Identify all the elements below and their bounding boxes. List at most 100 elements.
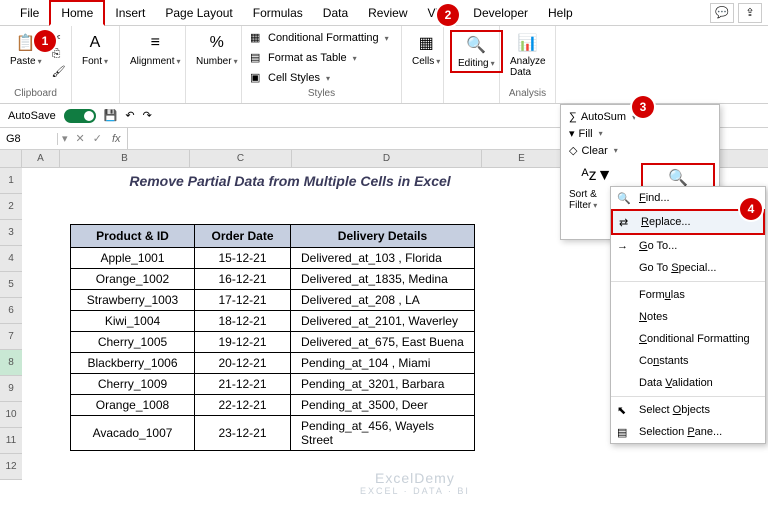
col-header-d[interactable]: D <box>292 150 482 167</box>
font-button[interactable]: AFont <box>78 30 112 69</box>
alignment-button[interactable]: ≡Alignment <box>126 30 184 69</box>
header-product[interactable]: Product & ID <box>71 225 195 248</box>
table-row: Kiwi_100418-12-21Delivered_at_2101, Wave… <box>71 311 475 332</box>
row-headers: 1 2 3 4 5 6 7 8 9 10 11 12 <box>0 168 22 480</box>
tab-help[interactable]: Help <box>538 2 583 24</box>
tab-home[interactable]: Home <box>49 0 105 26</box>
fill-button[interactable]: ▾Fill <box>569 127 603 140</box>
col-header-e[interactable]: E <box>482 150 562 167</box>
table-row: Orange_100822-12-21Pending_at_3500, Deer <box>71 395 475 416</box>
undo-button[interactable]: ↶ <box>125 109 134 122</box>
table-row: Cherry_100921-12-21Pending_at_3201, Barb… <box>71 374 475 395</box>
alignment-icon: ≡ <box>144 32 166 54</box>
fx-label[interactable]: fx <box>106 133 127 145</box>
table-row: Cherry_100519-12-21Delivered_at_675, Eas… <box>71 332 475 353</box>
row-header[interactable]: 9 <box>0 376 22 402</box>
row-header[interactable]: 8 <box>0 350 22 376</box>
row-header[interactable]: 11 <box>0 428 22 454</box>
col-header-c[interactable]: C <box>190 150 292 167</box>
redo-button[interactable]: ↷ <box>143 109 152 122</box>
row-header[interactable]: 1 <box>0 168 22 194</box>
group-analysis: 📊Analyze Data Analysis <box>500 26 556 103</box>
header-order[interactable]: Order Date <box>195 225 291 248</box>
row-header[interactable]: 2 <box>0 194 22 220</box>
group-alignment: ≡Alignment <box>120 26 186 103</box>
row-header[interactable]: 5 <box>0 272 22 298</box>
header-delivery[interactable]: Delivery Details <box>291 225 475 248</box>
menu-goto[interactable]: →Go To... <box>611 235 765 257</box>
tab-developer[interactable]: Developer <box>463 2 538 24</box>
menu-formulas[interactable]: Formulas <box>611 284 765 306</box>
chart-icon: 📊 <box>517 32 539 54</box>
tab-insert[interactable]: Insert <box>105 2 155 24</box>
cond-formatting-button[interactable]: ▦Conditional Formatting <box>248 30 391 46</box>
row-header[interactable]: 4 <box>0 246 22 272</box>
tab-review[interactable]: Review <box>358 2 417 24</box>
replace-icon: ⇄ <box>619 216 628 229</box>
col-header-a[interactable]: A <box>22 150 60 167</box>
name-box[interactable]: G8 <box>0 133 58 145</box>
menu-selection-pane[interactable]: ▤Selection Pane... <box>611 421 765 443</box>
table-row: Apple_100115-12-21Delivered_at_103 , Flo… <box>71 248 475 269</box>
sheet-title[interactable]: Remove Partial Data from Multiple Cells … <box>60 168 520 194</box>
tab-file[interactable]: File <box>10 2 49 24</box>
autosum-button[interactable]: ∑AutoSum <box>569 111 636 123</box>
row-header[interactable]: 3 <box>0 220 22 246</box>
table-row: Blackberry_100620-12-21Pending_at_104 , … <box>71 353 475 374</box>
cell-styles-button[interactable]: ▣Cell Styles <box>248 70 391 86</box>
group-label-clipboard: Clipboard <box>6 88 65 101</box>
group-editing: 🔍Editing <box>444 26 500 103</box>
editing-button[interactable]: 🔍Editing <box>450 30 503 73</box>
col-header-b[interactable]: B <box>60 150 190 167</box>
number-icon: % <box>206 32 228 54</box>
font-icon: A <box>84 32 106 54</box>
menu-tabs: File Home Insert Page Layout Formulas Da… <box>0 0 768 26</box>
menu-select-objects[interactable]: ⬉Select Objects <box>611 399 765 421</box>
autosave-toggle[interactable] <box>64 109 96 123</box>
comments-icon[interactable]: 💬 <box>710 3 734 23</box>
group-cells: ▦Cells <box>402 26 444 103</box>
find-select-menu: 🔍Find... ⇄Replace... →Go To... Go To Spe… <box>610 186 766 444</box>
cancel-icon[interactable]: ✕ <box>72 132 89 145</box>
row-header[interactable]: 12 <box>0 454 22 480</box>
group-label-styles: Styles <box>248 88 395 101</box>
enter-icon[interactable]: ✓ <box>89 132 106 145</box>
menu-data-validation[interactable]: Data Validation <box>611 372 765 394</box>
format-as-table-button[interactable]: ▤Format as Table <box>248 50 391 66</box>
tab-page-layout[interactable]: Page Layout <box>155 2 242 24</box>
tab-formulas[interactable]: Formulas <box>243 2 313 24</box>
clear-button[interactable]: ◇Clear <box>569 144 618 157</box>
callout-3: 3 <box>632 96 654 118</box>
table-row: Avacado_100723-12-21Pending_at_456, Waye… <box>71 416 475 451</box>
ribbon: 📋 Paste ✂ ⎘ 🖌 Clipboard AFont ≡Alignment… <box>0 26 768 104</box>
data-table: Product & ID Order Date Delivery Details… <box>70 224 475 451</box>
pane-icon: ▤ <box>617 426 627 439</box>
tab-data[interactable]: Data <box>313 2 358 24</box>
table-row: Strawberry_100317-12-21Delivered_at_208 … <box>71 290 475 311</box>
format-painter-button[interactable]: 🖌 <box>50 64 68 80</box>
row-header[interactable]: 6 <box>0 298 22 324</box>
cursor-icon: ⬉ <box>617 404 626 417</box>
row-header[interactable]: 10 <box>0 402 22 428</box>
sort-icon: ᴬᴢ▼ <box>586 165 608 187</box>
table-header-row: Product & ID Order Date Delivery Details <box>71 225 475 248</box>
menu-constants[interactable]: Constants <box>611 350 765 372</box>
number-button[interactable]: %Number <box>192 30 242 69</box>
autosave-label: AutoSave <box>8 110 56 122</box>
menu-cond-formatting[interactable]: Conditional Formatting <box>611 328 765 350</box>
search-icon: 🔍 <box>465 34 487 56</box>
table-row: Orange_100216-12-21Delivered_at_1835, Me… <box>71 269 475 290</box>
analyze-data-button[interactable]: 📊Analyze Data <box>506 30 550 80</box>
cells-icon: ▦ <box>415 32 437 54</box>
share-icon[interactable]: ⇪ <box>738 3 762 23</box>
callout-1: 1 <box>34 30 56 52</box>
name-box-dropdown-icon[interactable]: ▾ <box>58 132 72 145</box>
save-icon[interactable]: 💾 <box>104 109 118 122</box>
callout-4: 4 <box>740 198 762 220</box>
menu-notes[interactable]: Notes <box>611 306 765 328</box>
search-icon: 🔍 <box>617 192 631 205</box>
cells-button[interactable]: ▦Cells <box>408 30 444 69</box>
row-header[interactable]: 7 <box>0 324 22 350</box>
menu-goto-special[interactable]: Go To Special... <box>611 257 765 279</box>
copy-button[interactable]: ⎘ <box>50 47 68 63</box>
